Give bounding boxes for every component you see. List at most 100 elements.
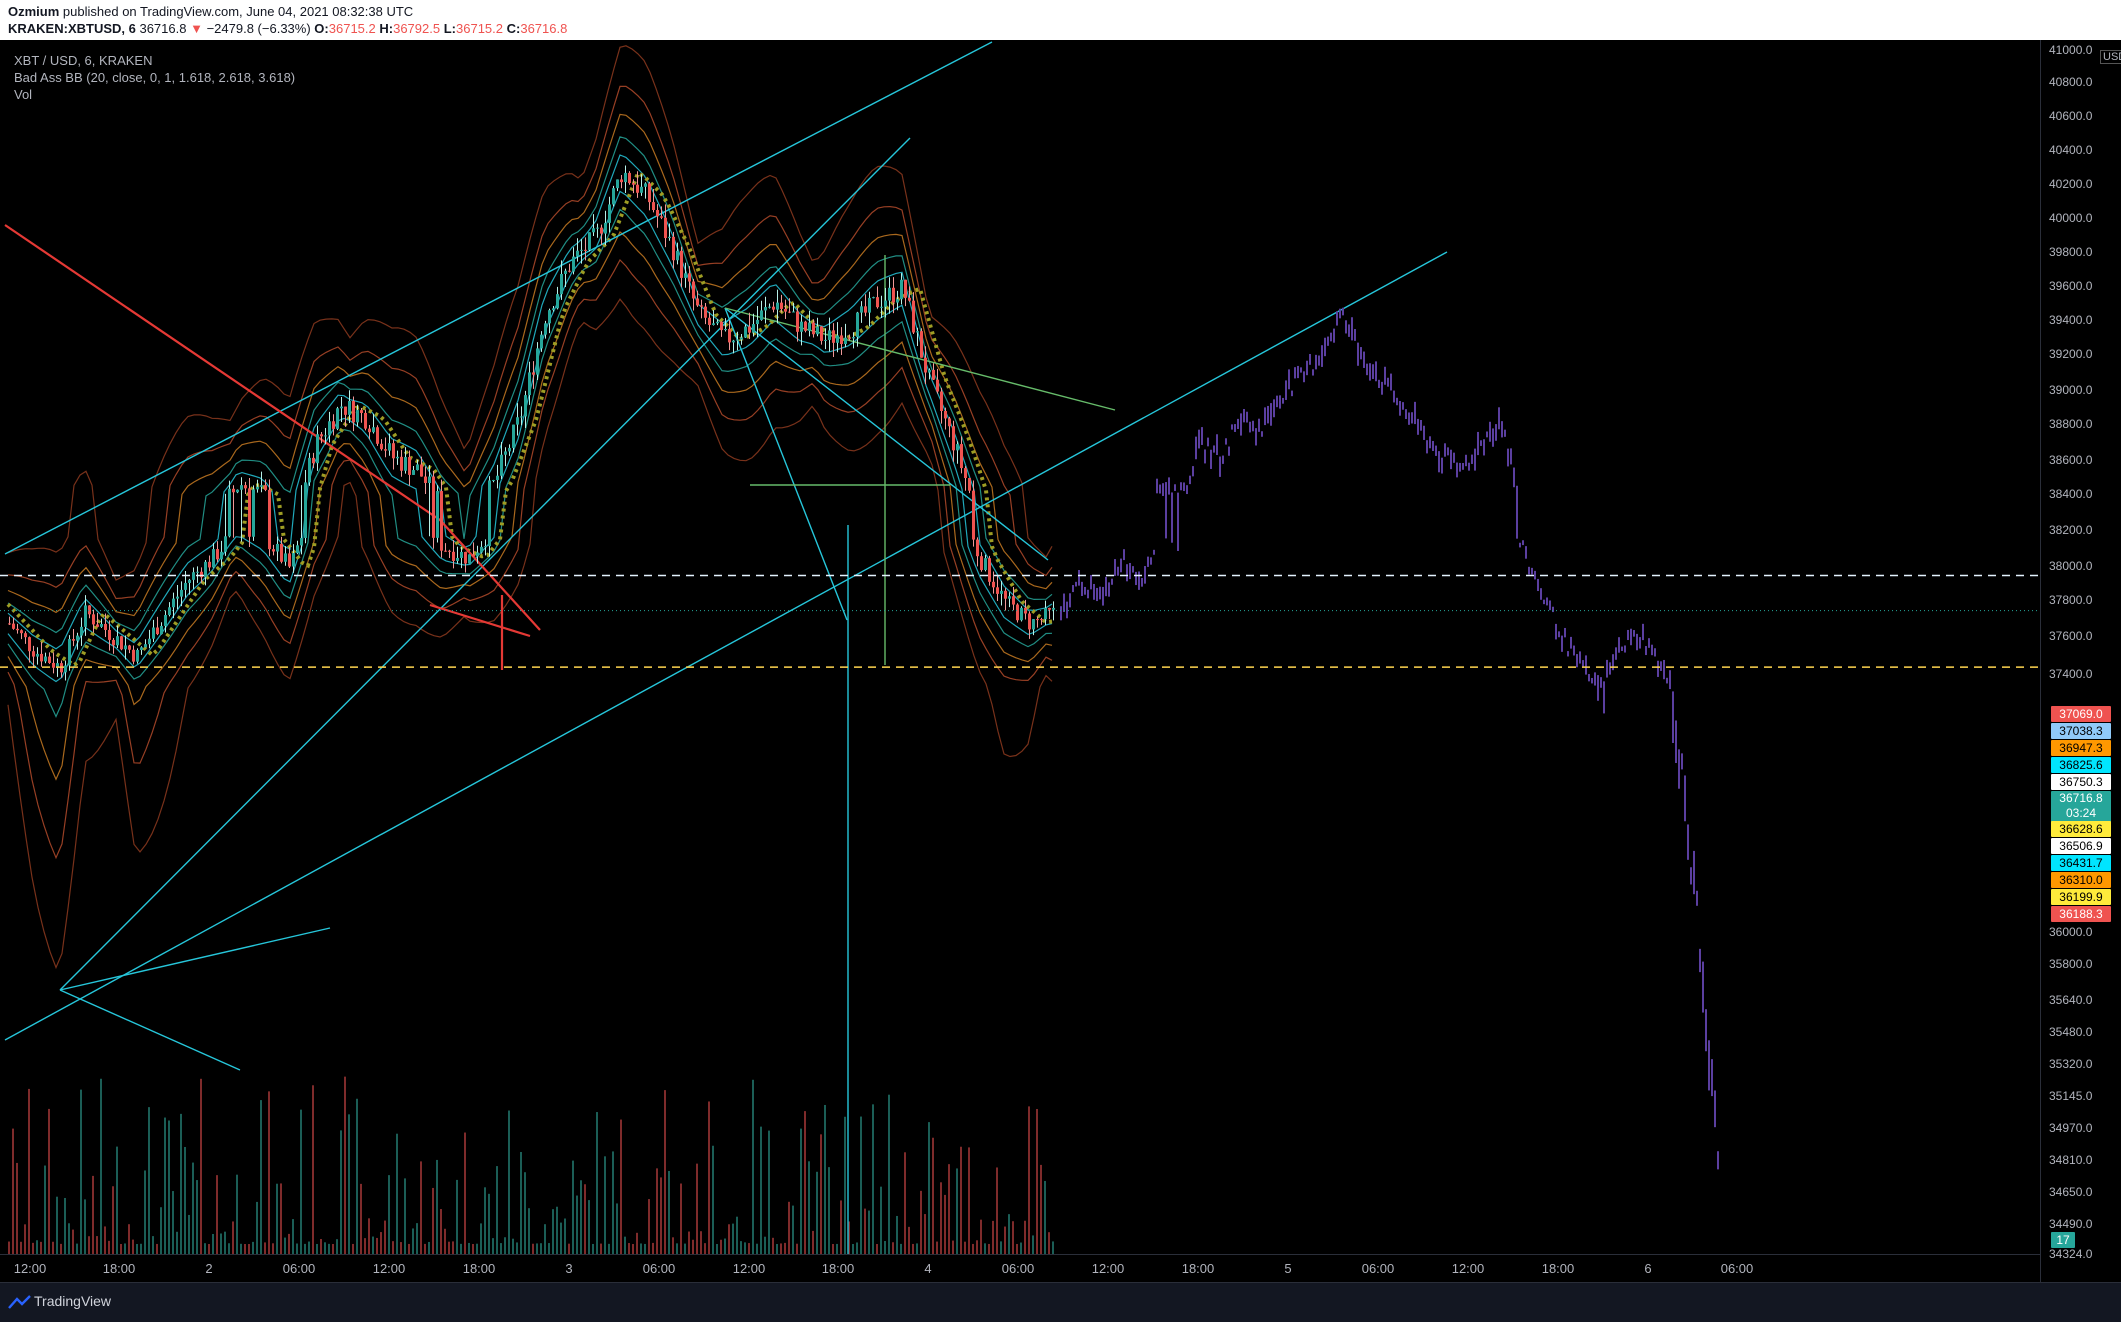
price-axis[interactable]: 41000.0 40800.0 40600.0 40400.0 40200.0 40000… [2040, 40, 2121, 1282]
price-label: 37038.3 [2051, 723, 2111, 739]
candle-body [1012, 596, 1015, 605]
candle-body [380, 443, 383, 450]
legend-volume[interactable]: Vol [14, 86, 295, 103]
brand-name[interactable]: TradingView [34, 1293, 111, 1309]
projection-bar [1309, 353, 1311, 365]
band-mid-line [6, 170, 1053, 668]
volume-bar [336, 1239, 338, 1254]
candle-body [288, 553, 291, 567]
volume-bar [232, 1221, 234, 1254]
volume-bar [660, 1177, 662, 1254]
volume-bar [512, 1238, 514, 1254]
volume-bar [600, 1243, 602, 1254]
volume-bar [20, 1241, 22, 1254]
projection-bar [1231, 424, 1233, 430]
candle-body [552, 308, 555, 311]
volume-bar [344, 1076, 346, 1254]
candle-body [708, 317, 711, 325]
candle-body [316, 434, 319, 464]
price-tick: 38200.0 [2049, 523, 2093, 537]
time-axis[interactable]: 12:00 18:00 2 06:00 12:00 18:00 3 06:00 12:00 18:… [0, 1254, 2040, 1283]
volume-bar [132, 1239, 134, 1254]
projection-bar [1573, 645, 1575, 656]
candle-body [468, 554, 471, 564]
candle-body [1048, 608, 1051, 610]
candle-body [524, 395, 527, 417]
projection-bar [1204, 449, 1206, 464]
projection-bar [1315, 354, 1317, 370]
volume-bar [732, 1223, 734, 1254]
band-line [7, 85, 1053, 600]
volume-bar [100, 1078, 102, 1254]
volume-bar [728, 1224, 730, 1254]
price-tick: 35800.0 [2049, 957, 2093, 971]
candle-body [1036, 619, 1039, 621]
projection-bar [1456, 462, 1458, 478]
projection-bar [1207, 437, 1209, 447]
time-tick: 12:00 [372, 1261, 406, 1276]
volume-bar [648, 1199, 650, 1254]
candle-body [120, 636, 123, 650]
candle-body [24, 633, 27, 638]
projection-bar [1717, 1151, 1719, 1170]
projection-bar [1471, 454, 1473, 464]
projection-bar [1492, 428, 1494, 447]
projection-bar [1093, 583, 1095, 600]
candle-body [220, 551, 223, 560]
projection-bar [1633, 630, 1635, 637]
currency-badge[interactable]: USD [2100, 50, 2121, 64]
candle-body [752, 324, 755, 333]
candle-body [392, 443, 395, 459]
projection-bar [1117, 566, 1119, 576]
volume-bar [740, 1241, 742, 1254]
projection-bar [1543, 599, 1545, 605]
band-line [7, 231, 1053, 781]
price-tick: 40600.0 [2049, 109, 2093, 123]
projection-bar [1594, 672, 1596, 686]
projection-bar [1423, 425, 1425, 440]
candle-body [532, 372, 535, 375]
projection-bar [1327, 336, 1329, 346]
projection-bar [1510, 448, 1512, 465]
volume-bar [808, 1161, 810, 1254]
price-tick: 38400.0 [2049, 487, 2093, 501]
chart-plot[interactable] [0, 40, 2040, 1254]
chart-pane[interactable] [0, 40, 2121, 1282]
volume-bar [936, 1241, 938, 1254]
volume-bar [96, 1236, 98, 1254]
candle-body [844, 337, 847, 345]
candle-body [744, 326, 747, 338]
projection-bar [1498, 407, 1500, 430]
volume-bar [152, 1236, 154, 1254]
time-tick: 12:00 [13, 1261, 47, 1276]
volume-bar [140, 1243, 142, 1254]
price-tick: 40400.0 [2049, 143, 2093, 157]
candle-body [984, 558, 987, 571]
projection-bar [1372, 364, 1374, 379]
candle-body [388, 443, 391, 451]
projection-bar [1096, 587, 1098, 602]
volume-bar [584, 1184, 586, 1254]
candle-body [828, 330, 831, 340]
volume-bar [668, 1170, 670, 1254]
projection-bar [1129, 562, 1131, 580]
projection-bar [1141, 578, 1143, 587]
projection-bar [1546, 597, 1548, 606]
volume-bar [388, 1175, 390, 1254]
volume-bar [1052, 1241, 1054, 1254]
author-name[interactable]: Ozmium [8, 4, 59, 19]
projection-bar [1411, 412, 1413, 424]
candle-body [664, 217, 667, 239]
volume-bar [1048, 1232, 1050, 1254]
projection-bar [1063, 593, 1065, 612]
projection-bar [1399, 400, 1401, 416]
volume-bar [824, 1104, 826, 1254]
tradingview-logo-icon[interactable] [8, 1295, 34, 1309]
volume-bar [864, 1208, 866, 1254]
legend-indicator[interactable]: Bad Ass BB (20, close, 0, 1, 1.618, 2.61… [14, 69, 295, 86]
projection-bar [1132, 566, 1134, 573]
candle-body [424, 476, 427, 483]
legend-pair[interactable]: XBT / USD, 6, KRAKEN [14, 52, 295, 69]
volume-bar [436, 1159, 438, 1254]
projection-bar [1339, 308, 1341, 319]
